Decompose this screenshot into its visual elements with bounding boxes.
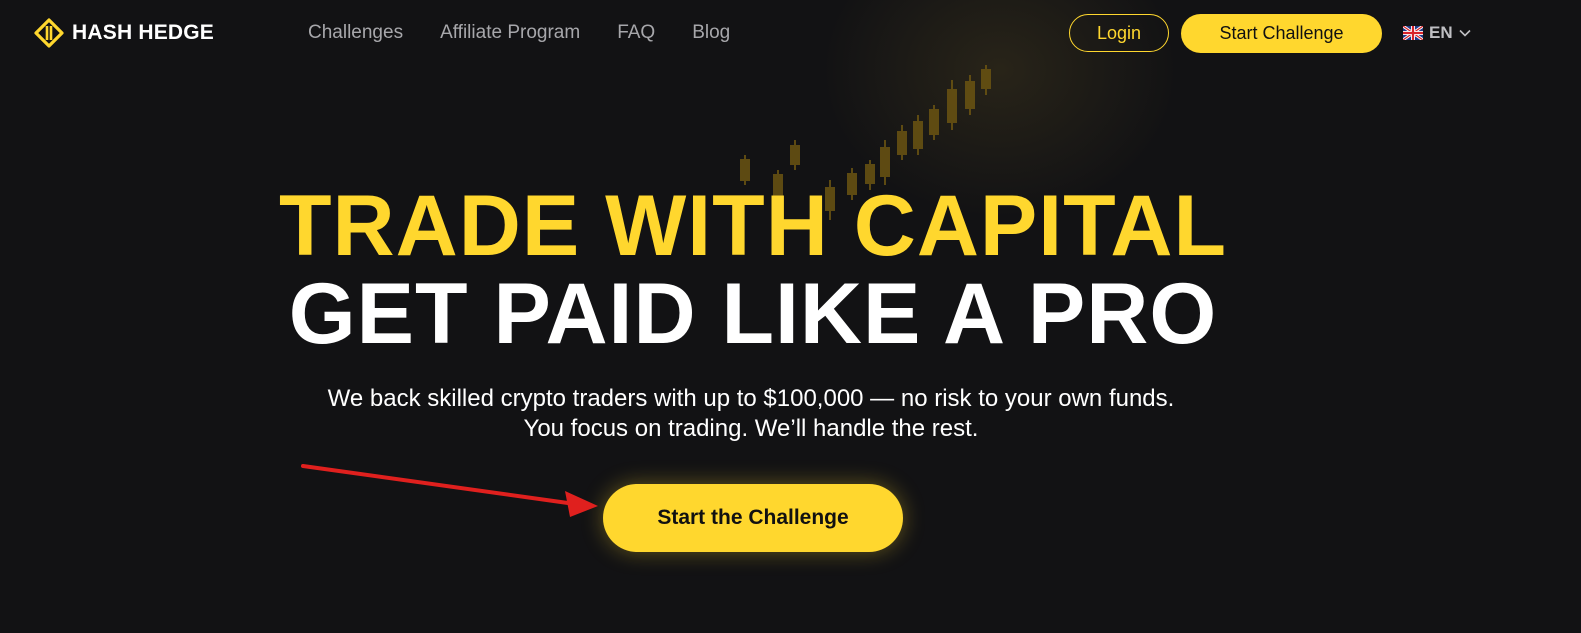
nav-link-challenges[interactable]: Challenges	[308, 22, 403, 44]
hero-subtitle-line-1: We back skilled crypto traders with up t…	[327, 385, 1175, 412]
login-button[interactable]: Login	[1069, 14, 1169, 52]
landing-page: HASH HEDGE Challenges Affiliate Program …	[0, 0, 1581, 633]
brand-logo[interactable]: HASH HEDGE	[34, 18, 214, 48]
nav-link-blog[interactable]: Blog	[692, 22, 730, 44]
hero-headline-white: GET PAID LIKE A PRO	[288, 266, 1218, 362]
hero-headline-yellow: TRADE WITH CAPITAL	[279, 178, 1227, 274]
nav-link-faq[interactable]: FAQ	[617, 22, 655, 44]
nav-link-affiliate-program[interactable]: Affiliate Program	[440, 22, 580, 44]
chevron-down-icon	[1459, 29, 1471, 37]
start-challenge-button[interactable]: Start Challenge	[1181, 14, 1382, 53]
language-selector[interactable]: EN	[1403, 23, 1471, 43]
top-navigation: HASH HEDGE Challenges Affiliate Program …	[0, 0, 1581, 68]
brand-name: HASH HEDGE	[72, 21, 215, 44]
hero-subtitle-line-2: You focus on trading. We’ll handle the r…	[523, 415, 979, 442]
start-the-challenge-button[interactable]: Start the Challenge	[603, 484, 903, 552]
uk-flag-icon	[1403, 26, 1423, 40]
language-code: EN	[1429, 23, 1453, 42]
hash-hedge-logo-icon	[34, 18, 64, 48]
red-annotation-arrow-icon	[301, 464, 598, 517]
nav-links: Challenges Affiliate Program FAQ Blog	[308, 22, 730, 44]
